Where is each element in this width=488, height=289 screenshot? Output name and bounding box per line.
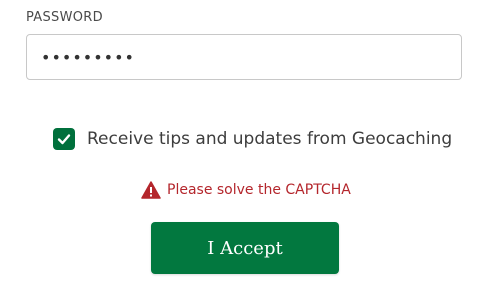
tips-checkbox-row[interactable]: Receive tips and updates from Geocaching [53,128,452,150]
captcha-error-message: Please solve the CAPTCHA [167,182,351,198]
tips-checkbox-label[interactable]: Receive tips and updates from Geocaching [87,129,452,149]
accept-button[interactable]: I Accept [151,222,339,274]
captcha-error: Please solve the CAPTCHA [141,181,351,199]
password-label: PASSWORD [26,10,103,25]
tips-checkbox[interactable] [53,128,75,150]
checkmark-icon [57,134,71,145]
warning-triangle-icon [141,181,161,199]
password-field[interactable] [26,34,462,80]
